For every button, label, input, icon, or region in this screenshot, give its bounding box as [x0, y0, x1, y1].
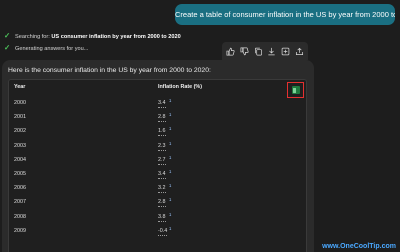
thumbs-up-icon[interactable] [225, 45, 237, 57]
inflation-rate-cell: 2.7 [158, 156, 166, 165]
thumbs-down-icon[interactable] [238, 45, 250, 57]
status-searching: ✓ Searching for: US consumer inflation by… [4, 31, 181, 41]
checkmark-icon: ✓ [4, 43, 11, 52]
table-row: 2008 3.8 1 [8, 211, 307, 225]
year-cell: 2009 [14, 227, 26, 234]
inflation-rate-cell: 3.4 [158, 171, 166, 179]
generating-text: Generating answers for you... [15, 46, 89, 52]
response-action-bar [222, 42, 308, 60]
user-prompt-bubble: Create a table of consumer inflation in … [175, 4, 395, 25]
table-row: 2003 2.3 1 [8, 140, 307, 154]
export-icon[interactable] [279, 45, 291, 57]
citation-link[interactable]: 1 [169, 155, 171, 160]
share-icon[interactable] [293, 45, 305, 57]
watermark: www.OneCoolTip.com [322, 243, 396, 250]
year-cell: 2008 [14, 213, 26, 220]
inflation-rate-cell: 2.3 [158, 142, 166, 151]
citation-link[interactable]: 1 [169, 169, 171, 174]
citation-link[interactable]: 1 [169, 126, 171, 131]
citation-link[interactable]: 1 [169, 183, 171, 188]
download-icon[interactable] [266, 45, 278, 57]
table-row: 2005 3.4 1 [8, 168, 307, 182]
citation-link[interactable]: 1 [169, 226, 171, 231]
citation-link[interactable]: 1 [169, 197, 171, 202]
table-row: 2007 2.8 1 [8, 196, 307, 210]
copy-icon[interactable] [252, 45, 264, 57]
table-row: 2000 3.4 1 [8, 97, 307, 111]
year-cell: 2007 [14, 199, 26, 206]
inflation-rate-cell: 2.8 [158, 199, 166, 208]
year-cell: 2006 [14, 185, 26, 192]
citation-link[interactable]: 1 [169, 98, 171, 103]
year-cell: 2002 [14, 128, 26, 135]
inflation-rate-cell: 1.6 [158, 128, 166, 137]
status-generating: ✓ Generating answers for you... [4, 43, 88, 53]
year-cell: 2003 [14, 142, 26, 149]
citation-link[interactable]: 1 [169, 112, 171, 117]
table-row: 2004 2.7 1 [8, 154, 307, 168]
inflation-rate-cell: 3.4 [158, 100, 166, 108]
response-intro: Here is the consumer inflation in the US… [8, 67, 211, 74]
inflation-rate-cell: -0.4 [158, 227, 168, 236]
year-cell: 2001 [14, 114, 26, 121]
citation-link[interactable]: 1 [169, 141, 171, 146]
year-cell: 2005 [14, 171, 26, 177]
table-header-year: Year [14, 84, 26, 90]
inflation-rate-cell: 3.8 [158, 213, 166, 222]
table-header-rate: Inflation Rate (%) [158, 84, 203, 90]
checkmark-icon: ✓ [4, 31, 11, 40]
year-cell: 2000 [14, 100, 26, 106]
searching-query: US consumer inflation by year from 2000 … [51, 34, 181, 40]
table-row: 2002 1.6 1 [8, 125, 307, 139]
table-row: 2009 -0.4 1 [8, 225, 307, 239]
inflation-rate-cell: 2.8 [158, 114, 166, 123]
table-row: 2001 2.8 1 [8, 111, 307, 125]
inflation-rate-cell: 3.2 [158, 185, 166, 194]
excel-icon [291, 86, 300, 94]
searching-prefix: Searching for: [15, 34, 52, 40]
year-cell: 2004 [14, 156, 26, 163]
table-row: 2006 3.2 1 [8, 182, 307, 196]
export-to-excel-button[interactable] [287, 82, 304, 98]
citation-link[interactable]: 1 [169, 212, 171, 217]
